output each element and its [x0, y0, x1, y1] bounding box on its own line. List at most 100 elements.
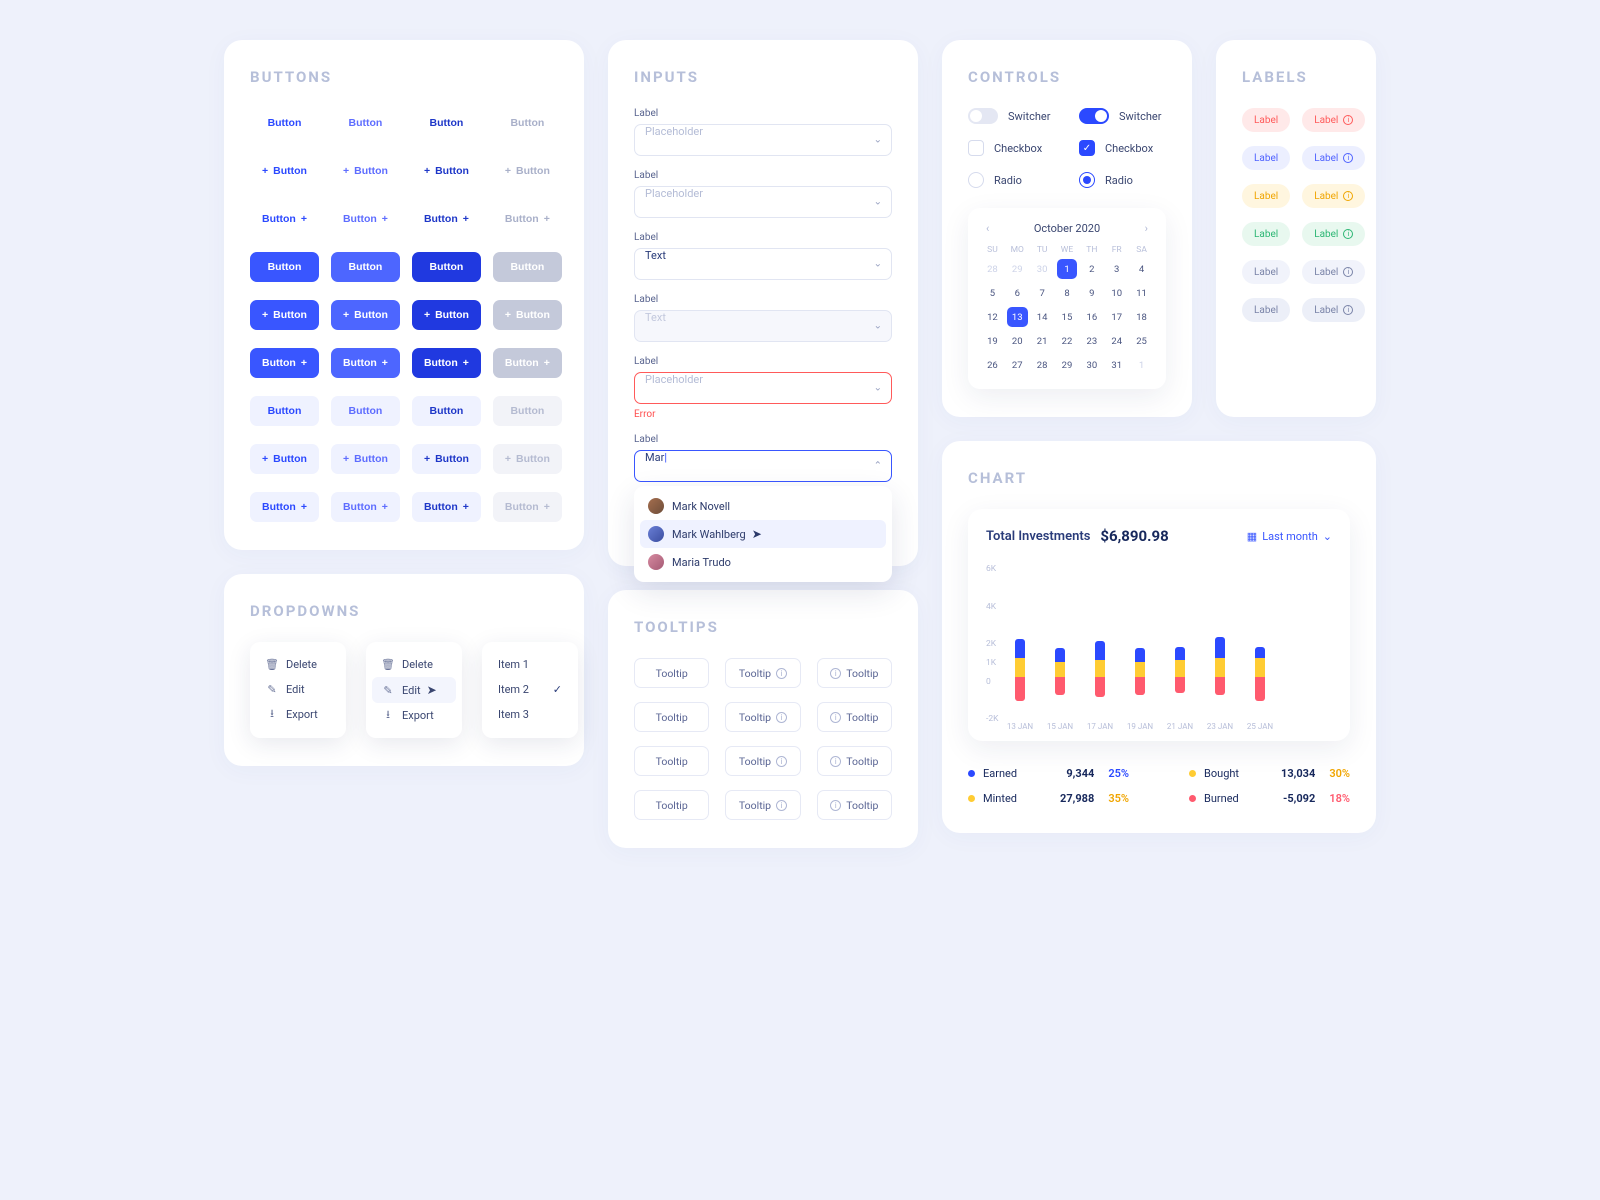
button[interactable]: Button — [250, 108, 319, 138]
autocomplete-item[interactable]: Mark Novell — [640, 492, 886, 520]
calendar-day-other[interactable]: 1 — [1131, 355, 1152, 375]
calendar-day[interactable]: 8 — [1057, 283, 1078, 303]
tooltip[interactable]: Tooltip — [634, 702, 709, 732]
calendar-day[interactable]: 25 — [1131, 331, 1152, 351]
autocomplete-item-selected[interactable]: Mark Wahlberg➤ — [640, 520, 886, 548]
tooltip-info-left[interactable]: iTooltip — [817, 702, 892, 732]
tooltip-info-right[interactable]: Tooltipi — [725, 702, 800, 732]
button[interactable]: Button — [493, 108, 562, 138]
button-solid-plus-left[interactable]: +Button — [412, 300, 481, 330]
tooltip[interactable]: Tooltip — [634, 790, 709, 820]
calendar-day-other[interactable]: 30 — [1032, 259, 1053, 279]
calendar-day[interactable]: 30 — [1081, 355, 1102, 375]
calendar-day[interactable]: 1 — [1057, 259, 1078, 279]
autocomplete-item[interactable]: Maria Trudo — [640, 548, 886, 576]
calendar-day[interactable]: 16 — [1081, 307, 1102, 327]
chart-period-select[interactable]: ▦ Last month ⌄ — [1247, 530, 1332, 543]
button-plus-right[interactable]: Button+ — [493, 204, 562, 234]
autocomplete-input[interactable]: Mar| — [634, 450, 892, 482]
menu-item-edit[interactable]: ✎Edit — [256, 677, 340, 702]
button-soft[interactable]: Button — [412, 396, 481, 426]
tooltip-info-right[interactable]: Tooltipi — [725, 658, 800, 688]
button-solid[interactable]: Button — [493, 252, 562, 282]
button-solid-plus-right[interactable]: Button+ — [412, 348, 481, 378]
calendar-day[interactable]: 18 — [1131, 307, 1152, 327]
switch-off[interactable]: Switcher — [968, 108, 1055, 124]
checkbox-off[interactable]: Checkbox — [968, 140, 1055, 156]
button-plus-left[interactable]: +Button — [250, 156, 319, 186]
button-solid[interactable]: Button — [331, 252, 400, 282]
button-plus-left[interactable]: +Button — [493, 156, 562, 186]
calendar-day[interactable]: 2 — [1081, 259, 1102, 279]
button-solid-plus-right[interactable]: Button+ — [493, 348, 562, 378]
select-input-filled[interactable]: Text — [634, 248, 892, 280]
button-soft[interactable]: Button — [331, 396, 400, 426]
switch-on[interactable]: Switcher — [1079, 108, 1166, 124]
calendar-day[interactable]: 15 — [1057, 307, 1078, 327]
button-soft-plus-right[interactable]: Button+ — [331, 492, 400, 522]
button-soft-plus-right[interactable]: Button+ — [412, 492, 481, 522]
button-plus-right[interactable]: Button+ — [412, 204, 481, 234]
calendar-day[interactable]: 14 — [1032, 307, 1053, 327]
select-input-error[interactable]: Placeholder — [634, 372, 892, 404]
radio-off[interactable]: Radio — [968, 172, 1055, 188]
button-solid-plus-right[interactable]: Button+ — [331, 348, 400, 378]
menu-item[interactable]: Item 3 — [488, 702, 572, 727]
calendar-day[interactable]: 13 — [1007, 307, 1028, 327]
button-soft-plus-left[interactable]: +Button — [493, 444, 562, 474]
calendar-day[interactable]: 19 — [982, 331, 1003, 351]
calendar-day[interactable]: 11 — [1131, 283, 1152, 303]
calendar-day[interactable]: 23 — [1081, 331, 1102, 351]
calendar-day[interactable]: 6 — [1007, 283, 1028, 303]
button[interactable]: Button — [412, 108, 481, 138]
button-solid-plus-left[interactable]: +Button — [493, 300, 562, 330]
calendar-day[interactable]: 20 — [1007, 331, 1028, 351]
calendar-day[interactable]: 27 — [1007, 355, 1028, 375]
tooltip-info-right[interactable]: Tooltipi — [725, 746, 800, 776]
radio-on[interactable]: Radio — [1079, 172, 1166, 188]
calendar-day[interactable]: 24 — [1106, 331, 1127, 351]
tooltip-info-left[interactable]: iTooltip — [817, 658, 892, 688]
button-soft[interactable]: Button — [493, 396, 562, 426]
button-solid-plus-left[interactable]: +Button — [331, 300, 400, 330]
calendar-day-other[interactable]: 28 — [982, 259, 1003, 279]
tooltip-info-left[interactable]: iTooltip — [817, 746, 892, 776]
menu-item[interactable]: Item 1 — [488, 652, 572, 677]
menu-item-delete[interactable]: 🗑Delete — [372, 652, 456, 677]
calendar-day[interactable]: 26 — [982, 355, 1003, 375]
calendar-day[interactable]: 5 — [982, 283, 1003, 303]
calendar-day[interactable]: 7 — [1032, 283, 1053, 303]
menu-item-delete[interactable]: 🗑Delete — [256, 652, 340, 677]
menu-item-export[interactable]: ⭳Export — [256, 702, 340, 727]
button-plus-left[interactable]: +Button — [412, 156, 481, 186]
calendar-day[interactable]: 10 — [1106, 283, 1127, 303]
button-plus-left[interactable]: +Button — [331, 156, 400, 186]
checkbox-on[interactable]: ✓Checkbox — [1079, 140, 1166, 156]
select-input[interactable]: Placeholder — [634, 186, 892, 218]
button-soft-plus-left[interactable]: +Button — [250, 444, 319, 474]
button-soft-plus-left[interactable]: +Button — [412, 444, 481, 474]
button-soft-plus-right[interactable]: Button+ — [493, 492, 562, 522]
button[interactable]: Button — [331, 108, 400, 138]
button-solid[interactable]: Button — [412, 252, 481, 282]
button-plus-right[interactable]: Button+ — [250, 204, 319, 234]
calendar-day[interactable]: 21 — [1032, 331, 1053, 351]
calendar-next[interactable]: › — [1141, 222, 1152, 235]
calendar-day[interactable]: 12 — [982, 307, 1003, 327]
menu-item-selected[interactable]: Item 2✓ — [488, 677, 572, 702]
menu-item-export[interactable]: ⭳Export — [372, 703, 456, 728]
button-solid-plus-left[interactable]: +Button — [250, 300, 319, 330]
calendar-day[interactable]: 28 — [1032, 355, 1053, 375]
calendar-day[interactable]: 31 — [1106, 355, 1127, 375]
calendar-day[interactable]: 9 — [1081, 283, 1102, 303]
calendar-day[interactable]: 3 — [1106, 259, 1127, 279]
button-soft-plus-left[interactable]: +Button — [331, 444, 400, 474]
select-input[interactable]: Placeholder — [634, 124, 892, 156]
calendar-day[interactable]: 4 — [1131, 259, 1152, 279]
calendar-day[interactable]: 17 — [1106, 307, 1127, 327]
tooltip[interactable]: Tooltip — [634, 746, 709, 776]
button-solid[interactable]: Button — [250, 252, 319, 282]
calendar-day[interactable]: 29 — [1057, 355, 1078, 375]
tooltip-info-left[interactable]: iTooltip — [817, 790, 892, 820]
menu-item-edit[interactable]: ✎Edit➤ — [372, 677, 456, 703]
